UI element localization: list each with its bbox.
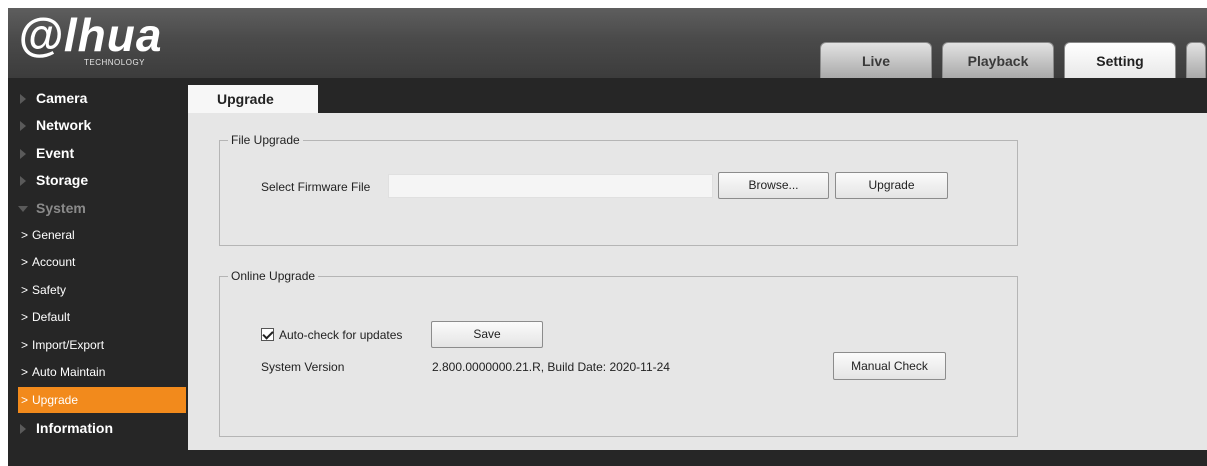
sidebar-item-storage[interactable]: Storage bbox=[8, 167, 186, 193]
sidebar-subitem-label: Import/Export bbox=[32, 338, 105, 352]
save-button[interactable]: Save bbox=[431, 321, 543, 348]
sidebar-item-system[interactable]: System bbox=[8, 195, 186, 221]
sidebar-subitem-label: Account bbox=[32, 255, 76, 269]
sidebar-item-event[interactable]: Event bbox=[8, 140, 186, 166]
sidebar-item-camera[interactable]: Camera bbox=[8, 85, 186, 111]
auto-check-label: Auto-check for updates bbox=[279, 328, 403, 342]
sidebar-item-information[interactable]: Information bbox=[8, 415, 186, 441]
sidebar-item-label: Camera bbox=[36, 90, 88, 106]
header-bar: @lhua TECHNOLOGY Live Playback Setting bbox=[8, 8, 1207, 78]
chevron-right-icon: > bbox=[21, 338, 29, 352]
content-panel: Upgrade File Upgrade Select Firmware Fil… bbox=[188, 85, 1207, 450]
tab-live[interactable]: Live bbox=[820, 42, 932, 78]
logo-tagline: TECHNOLOGY bbox=[84, 58, 146, 67]
sidebar-item-label: Network bbox=[36, 117, 92, 133]
sidebar-item-general[interactable]: > General bbox=[18, 222, 186, 248]
tab-setting[interactable]: Setting bbox=[1064, 42, 1176, 78]
sidebar-item-auto-maintain[interactable]: > Auto Maintain bbox=[18, 359, 186, 385]
chevron-right-icon: > bbox=[21, 393, 29, 407]
sidebar-item-label: Information bbox=[36, 420, 113, 436]
tab-overflow[interactable] bbox=[1186, 42, 1206, 78]
sidebar: Camera Network Event Storage System > Ge… bbox=[8, 85, 186, 450]
collapsed-arrow-icon bbox=[20, 121, 26, 131]
chevron-right-icon: > bbox=[21, 283, 29, 297]
collapsed-arrow-icon bbox=[20, 94, 26, 104]
browse-button[interactable]: Browse... bbox=[718, 172, 829, 199]
logo-wordmark: @lhua bbox=[18, 9, 163, 61]
chevron-right-icon: > bbox=[21, 365, 29, 379]
system-version-label: System Version bbox=[261, 360, 345, 374]
manual-check-button[interactable]: Manual Check bbox=[833, 352, 946, 380]
chevron-right-icon: > bbox=[21, 255, 29, 269]
collapsed-arrow-icon bbox=[20, 176, 26, 186]
upgrade-button[interactable]: Upgrade bbox=[835, 172, 948, 199]
page-tab-upgrade[interactable]: Upgrade bbox=[188, 85, 318, 113]
sidebar-item-safety[interactable]: > Safety bbox=[18, 277, 186, 303]
sidebar-item-account[interactable]: > Account bbox=[18, 249, 186, 275]
page-tab-strip bbox=[318, 85, 1207, 113]
collapsed-arrow-icon bbox=[20, 149, 26, 159]
auto-check-checkbox[interactable] bbox=[261, 328, 274, 341]
sidebar-item-label: System bbox=[36, 200, 86, 216]
sidebar-subitem-label: Upgrade bbox=[32, 393, 79, 407]
online-upgrade-legend: Online Upgrade bbox=[231, 269, 316, 283]
expanded-arrow-icon bbox=[18, 206, 28, 212]
sidebar-subitem-label: Default bbox=[32, 310, 71, 324]
app-frame: @lhua TECHNOLOGY Live Playback Setting C… bbox=[8, 8, 1207, 466]
dahua-logo: @lhua TECHNOLOGY bbox=[16, 9, 176, 70]
tab-playback[interactable]: Playback bbox=[942, 42, 1054, 78]
file-upgrade-legend: File Upgrade bbox=[231, 133, 300, 147]
system-version-value: 2.800.0000000.21.R, Build Date: 2020-11-… bbox=[432, 360, 670, 374]
sidebar-item-default[interactable]: > Default bbox=[18, 304, 186, 330]
sidebar-item-upgrade[interactable]: > Upgrade bbox=[18, 387, 186, 413]
chevron-right-icon: > bbox=[21, 310, 29, 324]
sidebar-subitem-label: General bbox=[32, 228, 75, 242]
sidebar-item-label: Event bbox=[36, 145, 75, 161]
sidebar-item-import-export[interactable]: > Import/Export bbox=[18, 332, 186, 358]
sidebar-item-network[interactable]: Network bbox=[8, 112, 186, 138]
collapsed-arrow-icon bbox=[20, 424, 26, 434]
select-firmware-label: Select Firmware File bbox=[261, 180, 371, 194]
firmware-file-field[interactable] bbox=[388, 174, 713, 198]
sidebar-item-label: Storage bbox=[36, 172, 89, 188]
chevron-right-icon: > bbox=[21, 228, 29, 242]
sidebar-subitem-label: Auto Maintain bbox=[32, 365, 106, 379]
sidebar-subitem-label: Safety bbox=[32, 283, 67, 297]
